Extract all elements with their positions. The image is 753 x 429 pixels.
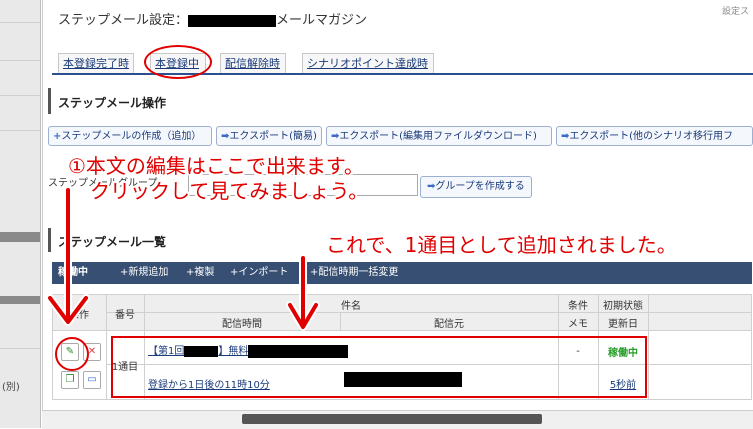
annotation-arrows — [46, 186, 320, 331]
